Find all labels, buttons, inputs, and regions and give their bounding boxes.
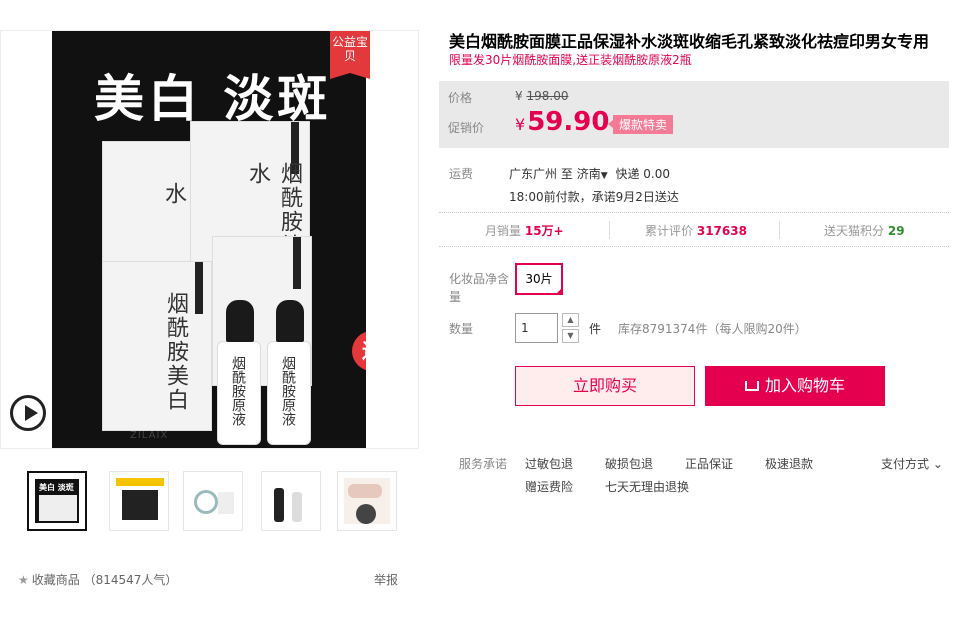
delivery-promise: 18:00前付款，承诺9月2日送达 <box>509 190 679 204</box>
service-item[interactable]: 赠运费险 <box>525 478 573 495</box>
product-subtitle: 限量发30片烟酰胺面膜,送正装烟酰胺原液2瓶 <box>449 53 692 67</box>
promo-price: ¥59.90 <box>515 107 610 137</box>
sku-label: 化妆品净含量 <box>449 272 510 304</box>
monthly-sales: 月销量 15万+ <box>485 224 564 238</box>
total-reviews[interactable]: 累计评价 317638 <box>645 222 747 239</box>
thumbnail-4[interactable] <box>261 471 321 531</box>
report-link[interactable]: 举报 <box>374 571 398 588</box>
serum-bottle: 烟酰胺原液 <box>217 300 261 445</box>
quantity-increase-icon[interactable]: ▲ <box>562 313 579 327</box>
play-video-icon[interactable] <box>10 395 46 431</box>
stock-info: 库存8791374件（每人限购20件） <box>618 322 807 336</box>
thumbnail-5[interactable] <box>337 471 397 531</box>
product-title: 美白烟酰胺面膜正品保湿补水淡斑收缩毛孔紧致淡化祛痘印男女专用 <box>449 32 930 51</box>
charity-badge: 公益宝贝 <box>330 31 370 79</box>
popularity-count: （814547人气） <box>83 573 178 587</box>
sku-option-30pcs[interactable]: 30片 <box>515 263 563 295</box>
thumbnail-2[interactable] <box>109 471 169 531</box>
favorite-link[interactable]: ★ 收藏商品 （814547人气） <box>18 571 177 588</box>
price-panel: 价格 ¥ 198.00 促销价 ¥59.90 爆款特卖 <box>439 81 949 148</box>
serum-bottle: 烟酰胺原液 <box>267 300 311 445</box>
service-label: 服务承诺 <box>459 457 508 471</box>
quantity-label: 数量 <box>449 322 474 336</box>
shipping-label: 运费 <box>449 167 474 181</box>
orig-price: ¥ 198.00 <box>515 89 569 103</box>
sales-stats: 月销量 15万+ 累计评价 317638 送天猫积分 29 <box>439 212 949 247</box>
gift-badge: 送 <box>352 331 366 371</box>
brand-mark: ZILAIX <box>130 430 169 441</box>
service-item[interactable]: 极速退款 <box>765 455 813 472</box>
promo-price-label: 促销价 <box>448 121 485 135</box>
star-icon: ★ <box>18 573 29 587</box>
shipping-route: 广东广州 至 济南▼ 快递 0.00 <box>509 167 670 181</box>
quantity-input[interactable] <box>515 313 558 343</box>
service-item[interactable]: 正品保证 <box>685 455 733 472</box>
service-item[interactable]: 破损包退 <box>605 455 653 472</box>
chevron-down-icon: ▼ <box>600 171 608 181</box>
quantity-decrease-icon[interactable]: ▼ <box>562 329 579 343</box>
thumbnail-3[interactable] <box>183 471 243 531</box>
cart-icon <box>744 381 759 391</box>
add-to-cart-button[interactable]: 加入购物车 <box>705 366 885 406</box>
buy-now-button[interactable]: 立即购买 <box>515 366 695 406</box>
service-item[interactable]: 七天无理由退换 <box>605 478 689 495</box>
thumbnail-1[interactable]: 美白 淡斑 <box>27 471 87 531</box>
destination-select[interactable]: 济南▼ <box>577 167 612 181</box>
hot-sale-tag: 爆款特卖 <box>607 115 674 134</box>
mask-sachet: 烟酰胺美白 <box>102 261 212 431</box>
service-item[interactable]: 过敏包退 <box>525 455 573 472</box>
main-product-image: 美白 淡斑 烟酰胺补水 烟酰胺补水 烟酰胺美白 烟酰胺原液 烟酰胺原液 送 ZI… <box>52 31 366 448</box>
chevron-down-icon: ⌄ <box>932 457 943 471</box>
payment-methods-dropdown[interactable]: 支付方式 ⌄ <box>881 455 943 472</box>
reward-points: 送天猫积分 29 <box>824 224 905 238</box>
quantity-unit: 件 <box>589 322 602 336</box>
main-image-viewer[interactable]: 美白 淡斑 烟酰胺补水 烟酰胺补水 烟酰胺美白 烟酰胺原液 烟酰胺原液 送 ZI… <box>0 30 419 449</box>
orig-price-label: 价格 <box>448 91 473 105</box>
